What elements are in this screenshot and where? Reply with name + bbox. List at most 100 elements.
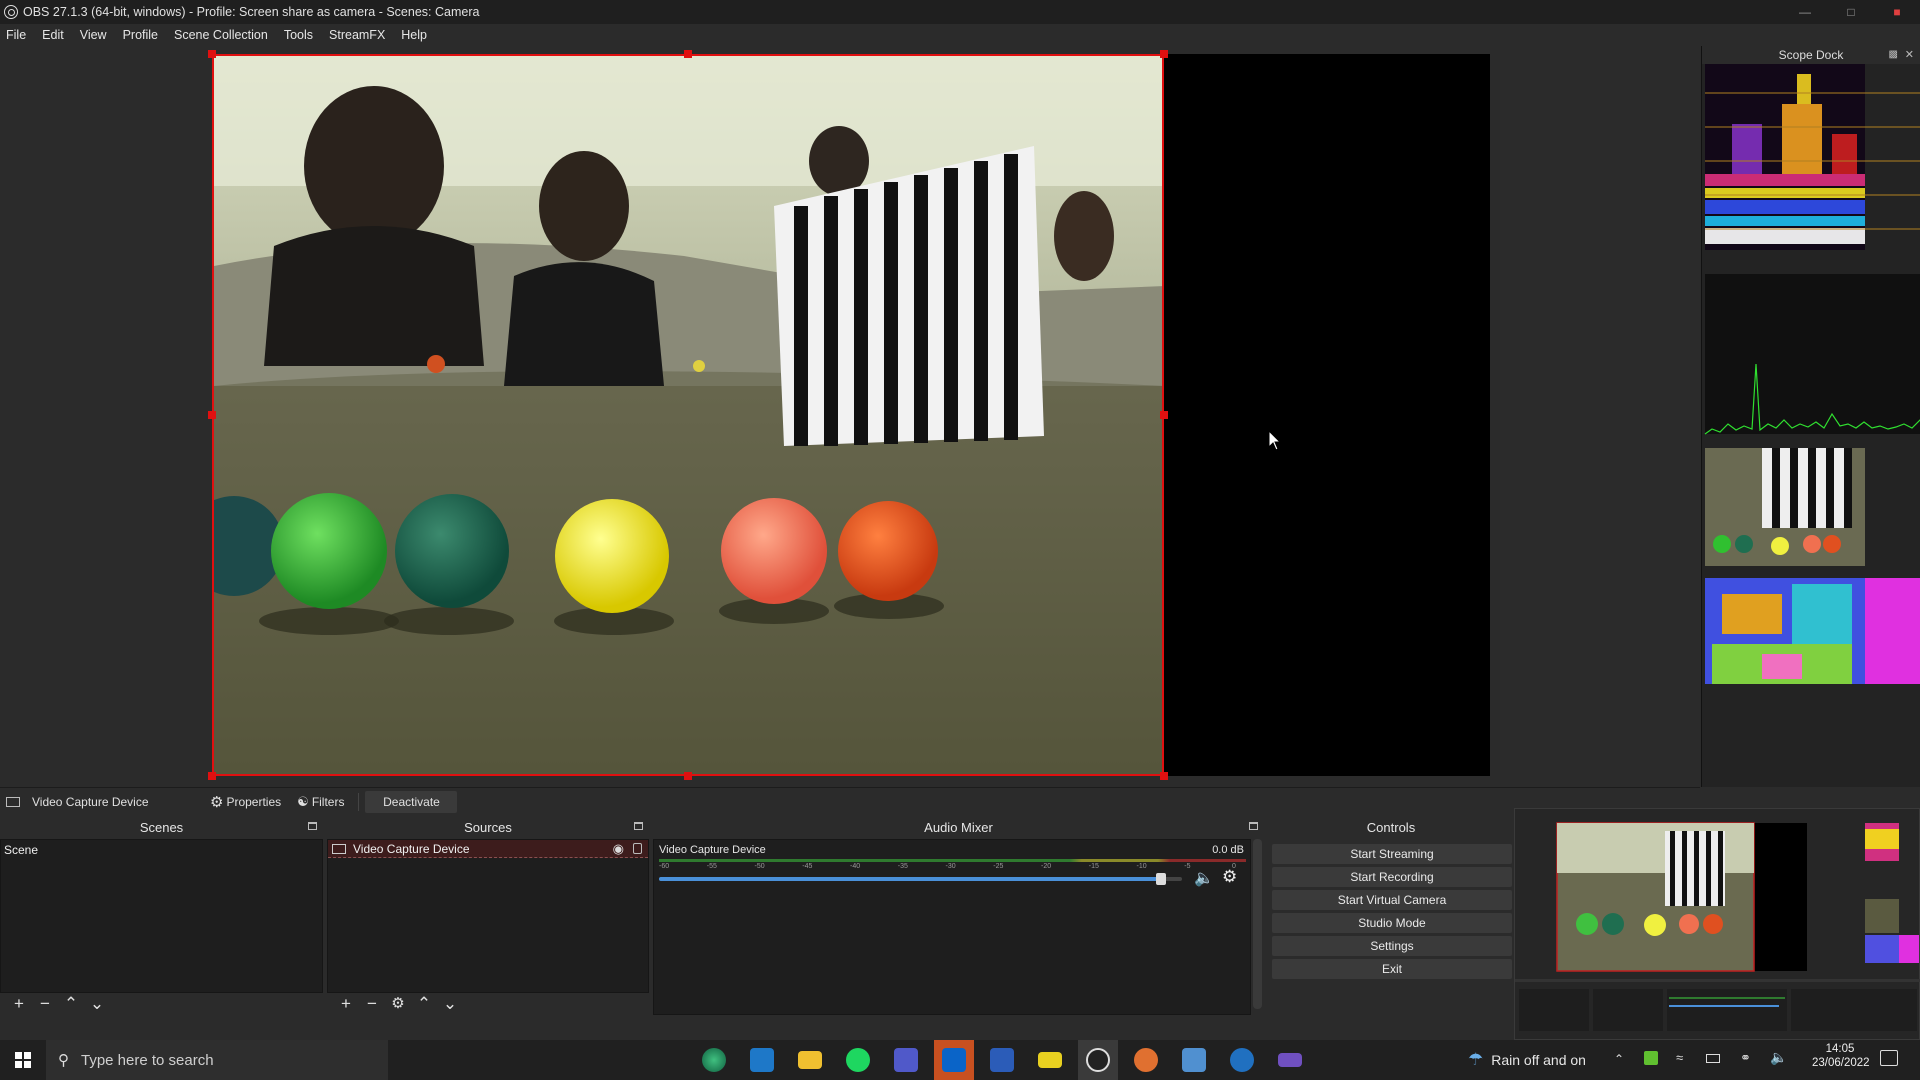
selected-source-name: Video Capture Device: [32, 794, 149, 809]
app-purple-icon[interactable]: [1270, 1040, 1310, 1080]
clock[interactable]: 14:05 23/06/2022: [1812, 1043, 1870, 1069]
headset-icon[interactable]: ⚭: [1740, 1050, 1751, 1066]
resize-handle-tr[interactable]: [1160, 50, 1168, 58]
maximize-button[interactable]: □: [1828, 0, 1874, 24]
volume-slider-fill: [659, 877, 1167, 881]
resize-handle-r[interactable]: [1160, 411, 1168, 419]
nested-obs-capture-thumbnail: [1514, 808, 1920, 1040]
teams-icon[interactable]: [886, 1040, 926, 1080]
visibility-eye-icon[interactable]: ◉: [613, 841, 624, 857]
source-item-label: Video Capture Device: [353, 841, 470, 856]
resize-handle-t[interactable]: [684, 50, 692, 58]
meter-tick-label: -45: [802, 863, 813, 870]
exit-button[interactable]: Exit: [1272, 959, 1512, 979]
taskbar-search-box[interactable]: ⚲ Type here to search: [46, 1040, 388, 1080]
filters-button[interactable]: ☯ Filters: [297, 794, 344, 810]
scenes-list[interactable]: Scene: [0, 839, 323, 993]
controls-dock: Controls Start Streaming Start Recording…: [1268, 817, 1514, 1015]
resize-handle-b[interactable]: [684, 772, 692, 780]
dock-float-icon[interactable]: [1249, 822, 1258, 830]
app-orange-icon[interactable]: [1126, 1040, 1166, 1080]
word-icon[interactable]: [982, 1040, 1022, 1080]
resize-handle-br[interactable]: [1160, 772, 1168, 780]
minimize-button[interactable]: —: [1782, 0, 1828, 24]
audio-mixer-dock: Audio Mixer Video Capture Device 0.0 dB …: [653, 817, 1264, 1015]
volume-slider-handle[interactable]: [1156, 873, 1167, 885]
resize-handle-l[interactable]: [208, 411, 216, 419]
source-properties-gear-icon[interactable]: ⚙: [385, 994, 411, 1014]
gear-icon: ⚙: [210, 793, 224, 811]
scene-item[interactable]: Scene: [1, 840, 322, 860]
outlook-icon[interactable]: [934, 1040, 974, 1080]
menu-file[interactable]: File: [6, 28, 26, 42]
dock-close-icon[interactable]: ✕: [1905, 48, 1914, 61]
camera-feed-image: [214, 56, 1162, 774]
source-item[interactable]: Video Capture Device ◉: [328, 840, 648, 858]
lock-icon[interactable]: [633, 843, 642, 854]
file-explorer-icon[interactable]: [790, 1040, 830, 1080]
start-streaming-button[interactable]: Start Streaming: [1272, 844, 1512, 864]
dock-float-icon[interactable]: ▩: [1889, 49, 1898, 60]
start-recording-button[interactable]: Start Recording: [1272, 867, 1512, 887]
resize-handle-tl[interactable]: [208, 50, 216, 58]
notification-icon[interactable]: [1880, 1050, 1898, 1066]
menu-scene-collection[interactable]: Scene Collection: [174, 28, 268, 42]
volume-slider[interactable]: [659, 873, 1182, 885]
app-yellow-icon[interactable]: [1030, 1040, 1070, 1080]
close-button[interactable]: ■: [1874, 0, 1920, 24]
obs-taskbar-icon[interactable]: [1078, 1040, 1118, 1080]
menu-tools[interactable]: Tools: [284, 28, 313, 42]
sources-dock: Sources Video Capture Device ◉ + − ⚙ ⌃ ⌄: [327, 817, 649, 1015]
start-virtual-camera-button[interactable]: Start Virtual Camera: [1272, 890, 1512, 910]
move-up-button[interactable]: ⌃: [58, 994, 84, 1014]
tray-app-icon[interactable]: [1644, 1051, 1658, 1065]
scenes-dock: Scenes Scene + − ⌃ ⌄: [0, 817, 323, 1015]
meter-tick-label: -50: [754, 863, 765, 870]
studio-mode-button[interactable]: Studio Mode: [1272, 913, 1512, 933]
remove-source-button[interactable]: −: [359, 994, 385, 1014]
menu-view[interactable]: View: [80, 28, 107, 42]
vscode-icon[interactable]: [742, 1040, 782, 1080]
menu-help[interactable]: Help: [401, 28, 427, 42]
window-title: OBS 27.1.3 (64-bit, windows) - Profile: …: [23, 5, 480, 19]
mixer-settings-gear-icon[interactable]: ⚙: [1222, 867, 1237, 887]
meter-tick-label: -15: [1088, 863, 1099, 870]
app-photos-icon[interactable]: [1174, 1040, 1214, 1080]
menu-profile[interactable]: Profile: [123, 28, 158, 42]
volume-icon[interactable]: 🔈: [1770, 1049, 1787, 1066]
speaker-mute-icon[interactable]: 🔈: [1194, 868, 1214, 888]
menu-streamfx[interactable]: StreamFX: [329, 28, 385, 42]
sources-list[interactable]: Video Capture Device ◉: [327, 839, 649, 993]
camera-feed-source[interactable]: [212, 54, 1164, 776]
dock-float-icon[interactable]: [308, 822, 317, 830]
volume-meter: [659, 859, 1246, 862]
mixer-scrollbar[interactable]: [1253, 839, 1262, 1009]
start-button[interactable]: [0, 1040, 46, 1080]
add-source-button[interactable]: +: [333, 994, 359, 1014]
resize-handle-bl[interactable]: [208, 772, 216, 780]
chevron-up-icon[interactable]: ⌃: [1614, 1052, 1624, 1066]
clock-time: 14:05: [1825, 1043, 1855, 1055]
controls-header: Controls: [1268, 817, 1514, 837]
battery-icon[interactable]: [1706, 1054, 1720, 1063]
properties-button[interactable]: ⚙ Properties: [210, 793, 281, 811]
meter-tick-label: -20: [1041, 863, 1052, 870]
move-up-button[interactable]: ⌃: [411, 994, 437, 1014]
scope-dock: Scope Dock ▩ ✕: [1701, 46, 1920, 787]
move-down-button[interactable]: ⌄: [84, 994, 110, 1014]
settings-button[interactable]: Settings: [1272, 936, 1512, 956]
menu-edit[interactable]: Edit: [42, 28, 64, 42]
remove-scene-button[interactable]: −: [32, 994, 58, 1014]
move-down-button[interactable]: ⌄: [437, 994, 463, 1014]
edge-dev-icon[interactable]: [694, 1040, 734, 1080]
deactivate-button[interactable]: Deactivate: [365, 790, 458, 813]
dock-float-icon[interactable]: [634, 822, 643, 830]
scope-panels: [1704, 64, 1920, 696]
windows-logo-icon: [15, 1052, 31, 1068]
wifi-icon[interactable]: ≈: [1676, 1050, 1683, 1065]
nested-obs-capture-image: [1515, 822, 1920, 1031]
app-blue-icon[interactable]: [1222, 1040, 1262, 1080]
add-scene-button[interactable]: +: [6, 994, 32, 1014]
weather-widget[interactable]: ☂ Rain off and on: [1468, 1040, 1586, 1080]
spotify-icon[interactable]: [838, 1040, 878, 1080]
